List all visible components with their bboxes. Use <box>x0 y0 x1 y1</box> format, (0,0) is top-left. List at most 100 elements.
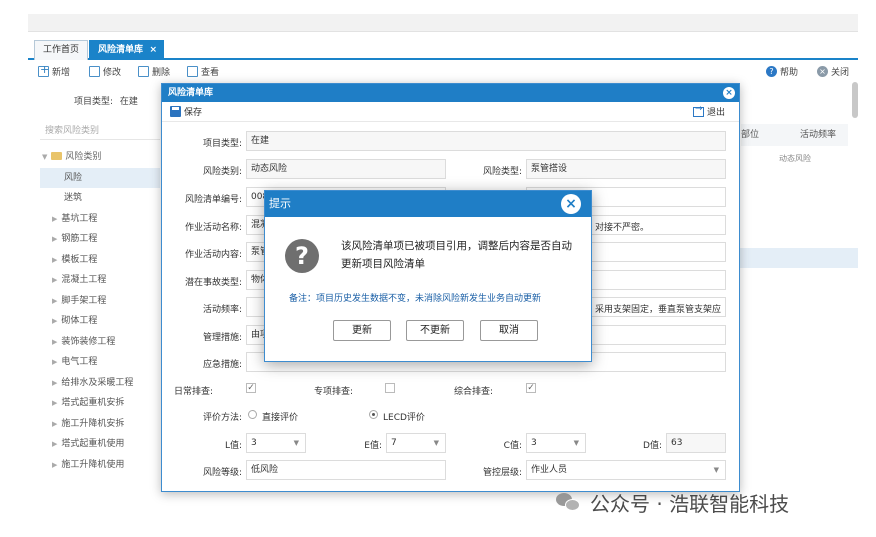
tree-item[interactable]: ▶ 砌体工程 <box>40 311 160 332</box>
exit-icon <box>692 104 704 117</box>
tree-root-label: 风险类别 <box>65 152 102 162</box>
help-button[interactable]: ? 帮助 <box>766 65 798 78</box>
dialog-title: 提示 <box>269 197 291 210</box>
l-value-label: L值: <box>224 441 242 451</box>
form-close-icon[interactable]: × <box>723 87 735 99</box>
delete-button[interactable]: 删除 <box>138 65 170 78</box>
d-value-field[interactable]: 63 <box>666 433 726 453</box>
question-icon: ? <box>285 239 319 273</box>
project-type-field[interactable]: 在建 <box>246 131 726 151</box>
expand-icon: ▼ <box>42 153 48 161</box>
col-header-frequency[interactable]: 活动频率 <box>788 124 848 146</box>
eval-direct-radio[interactable] <box>248 410 257 419</box>
project-type-label: 项目类型: <box>202 139 242 149</box>
dropdown-arrow-icon: ▼ <box>433 439 439 447</box>
close-button-label: 关闭 <box>831 68 850 78</box>
save-button[interactable]: 保存 <box>170 105 202 118</box>
collapsed-icon: ▶ <box>52 296 58 305</box>
collapsed-icon: ▶ <box>52 419 58 428</box>
tree-item[interactable]: ▶ 装饰装修工程 <box>40 332 160 353</box>
tree-item[interactable]: 风险 <box>40 167 160 188</box>
emergency-measures-label: 应急措施: <box>202 360 242 370</box>
cancel-button[interactable]: 取消 <box>480 320 538 341</box>
risk-no-label: 风险清单编号: <box>184 195 242 205</box>
dialog-close-icon[interactable]: × <box>561 194 581 214</box>
search-category-input[interactable]: 搜索风险类别 <box>40 122 160 140</box>
activity-frequency-label: 活动频率: <box>202 305 242 315</box>
dropdown-arrow-icon: ▼ <box>293 439 299 447</box>
collapsed-icon: ▶ <box>52 317 58 325</box>
e-value-select[interactable]: 7 ▼ <box>386 433 446 453</box>
edit-button[interactable]: 修改 <box>89 65 121 78</box>
tab-risk-library[interactable]: 风险清单库 × <box>89 40 165 60</box>
risk-category-field[interactable]: 动态风险 <box>246 159 446 179</box>
new-button[interactable]: 新增 <box>38 63 70 78</box>
view-button-label: 查看 <box>201 68 220 78</box>
tree-item[interactable]: ▶ 塔式起重机安拆 <box>40 393 160 414</box>
risk-type-field[interactable]: 泵管搭设 <box>526 159 726 179</box>
risk-level-label: 风险等级: <box>202 468 242 478</box>
no-update-button[interactable]: 不更新 <box>406 320 464 341</box>
tree-item[interactable]: ▶ 施工升降机安拆 <box>40 414 160 435</box>
form-window-header: 风险清单库 × <box>162 84 739 102</box>
tree-item[interactable]: ▶ 基坑工程 <box>40 209 160 230</box>
tree-item[interactable]: ▶ 模板工程 <box>40 250 160 271</box>
filter-value[interactable]: 在建 <box>120 97 138 107</box>
tree-item[interactable]: ▶ 给排水及采暖工程 <box>40 373 160 394</box>
tree-item[interactable]: ▶ 电气工程 <box>40 352 160 373</box>
table-row-selected[interactable] <box>740 248 858 268</box>
update-button[interactable]: 更新 <box>333 320 391 341</box>
view-button[interactable]: 查看 <box>187 65 219 78</box>
tab-close-icon[interactable]: × <box>149 41 157 59</box>
tree-item[interactable]: 迷筑 <box>40 188 160 209</box>
help-button-label: 帮助 <box>780 68 799 78</box>
special-check-label: 专项排查: <box>314 387 354 397</box>
daily-check-checkbox[interactable]: ✓ <box>246 383 256 393</box>
tree-item[interactable]: ▶ 混凝土工程 <box>40 270 160 291</box>
confirm-dialog: 提示 × ? 该风险清单项已被项目引用，调整后内容是否自动更新项目风险清单 备注… <box>264 190 592 362</box>
collapsed-icon: ▶ <box>52 235 58 243</box>
tree-item[interactable]: ▶ 钢筋工程 <box>40 229 160 250</box>
view-icon <box>187 66 198 77</box>
dialog-message: 该风险清单项已被项目引用，调整后内容是否自动更新项目风险清单 <box>341 240 572 270</box>
category-tree: ▼ 风险类别 风险 迷筑 ▶ 基坑工程 ▶ 钢筋工程 ▶ 模板工程 ▶ 混凝土工程 ▶ 脚手… <box>40 147 160 475</box>
tree-root[interactable]: ▼ 风险类别 <box>40 147 160 168</box>
exit-button[interactable]: 退出 <box>692 104 725 118</box>
control-level-label: 管控层级: <box>482 468 522 478</box>
tab-bar: 工作首页 风险清单库 × <box>28 38 858 60</box>
watermark-text: 公众号 · 浩联智能科技 <box>590 491 790 516</box>
activity-content-label: 作业活动内容: <box>184 250 242 260</box>
risk-level-field[interactable]: 低风险 <box>246 460 446 480</box>
c-value-select[interactable]: 3 ▼ <box>526 433 586 453</box>
delete-button-label: 删除 <box>152 68 171 78</box>
eval-lecd-label: LECD评价 <box>383 413 425 423</box>
control-level-select[interactable]: 作业人员 ▼ <box>526 460 726 480</box>
activity-name-label: 作业活动名称: <box>184 223 242 233</box>
l-value-select[interactable]: 3 ▼ <box>246 433 306 453</box>
eval-method-label: 评价方法: <box>202 413 242 423</box>
close-button[interactable]: × 关闭 <box>817 65 849 78</box>
risk-category-label: 风险类别: <box>202 167 242 177</box>
e-value-label: E值: <box>364 441 382 451</box>
collapsed-icon: ▶ <box>52 358 58 366</box>
eval-lecd-radio[interactable] <box>369 410 378 419</box>
tab-home[interactable]: 工作首页 <box>34 40 89 60</box>
tree-item[interactable]: ▶ 施工升降机使用 <box>40 455 160 476</box>
activity-name-right-text: 对接不严密。 <box>595 223 650 233</box>
tree-item[interactable]: ▶ 脚手架工程 <box>40 291 160 312</box>
dropdown-arrow-icon: ▼ <box>713 466 719 474</box>
scrollbar[interactable] <box>852 82 858 118</box>
collapsed-icon: ▶ <box>52 460 58 469</box>
combined-check-checkbox[interactable]: ✓ <box>526 383 536 393</box>
edit-button-label: 修改 <box>103 68 122 78</box>
special-check-checkbox[interactable] <box>385 383 395 393</box>
col-header-part[interactable]: 部位 <box>741 124 788 146</box>
wechat-logo-icon <box>556 491 582 513</box>
combined-check-label: 综合排查: <box>454 387 494 397</box>
save-icon <box>170 106 181 117</box>
form-toolbar: 保存 退出 <box>162 102 739 122</box>
tree-item[interactable]: ▶ 塔式起重机使用 <box>40 434 160 455</box>
collapsed-icon: ▶ <box>52 440 58 448</box>
collapsed-icon: ▶ <box>52 399 58 407</box>
frequency-right-text: 采用支架固定，垂直泵管支架应 <box>595 305 722 315</box>
